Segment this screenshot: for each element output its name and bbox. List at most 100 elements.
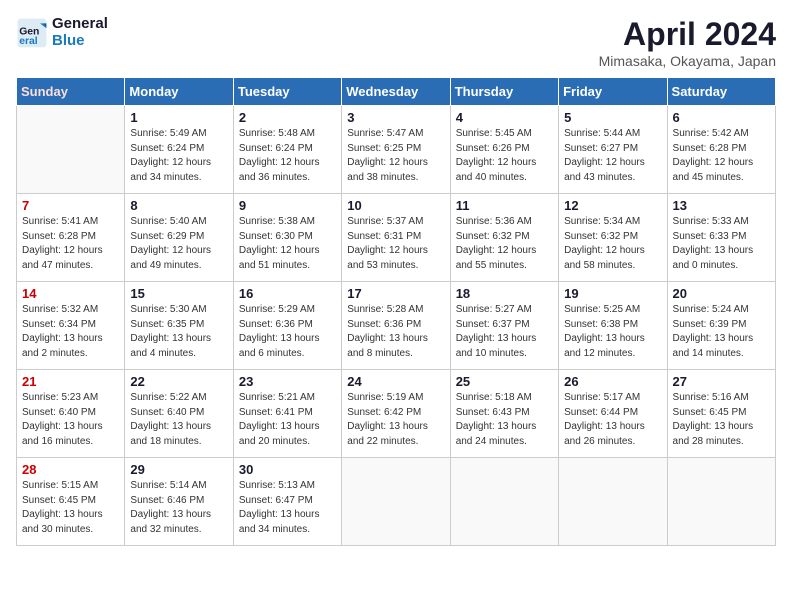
day-number: 10 <box>347 198 444 213</box>
day-info: Sunrise: 5:41 AM Sunset: 6:28 PM Dayligh… <box>22 215 119 273</box>
calendar-cell: 13 Sunrise: 5:33 AM Sunset: 6:33 PM Dayli… <box>667 194 775 282</box>
day-number: 25 <box>456 374 553 389</box>
day-number: 3 <box>347 110 444 125</box>
day-number: 18 <box>456 286 553 301</box>
calendar-cell: 18 Sunrise: 5:27 AM Sunset: 6:37 PM Dayli… <box>450 282 558 370</box>
day-info: Sunrise: 5:19 AM Sunset: 6:42 PM Dayligh… <box>347 391 444 449</box>
svg-text:eral: eral <box>19 36 38 47</box>
day-info: Sunrise: 5:48 AM Sunset: 6:24 PM Dayligh… <box>239 127 336 185</box>
calendar-cell: 15 Sunrise: 5:30 AM Sunset: 6:35 PM Dayli… <box>125 282 233 370</box>
day-number: 23 <box>239 374 336 389</box>
day-info: Sunrise: 5:29 AM Sunset: 6:36 PM Dayligh… <box>239 303 336 361</box>
title-area: April 2024 Mimasaka, Okayama, Japan <box>599 16 776 69</box>
day-number: 9 <box>239 198 336 213</box>
day-number: 5 <box>564 110 661 125</box>
day-number: 1 <box>130 110 227 125</box>
calendar-cell: 25 Sunrise: 5:18 AM Sunset: 6:43 PM Dayli… <box>450 370 558 458</box>
day-info: Sunrise: 5:45 AM Sunset: 6:26 PM Dayligh… <box>456 127 553 185</box>
day-info: Sunrise: 5:30 AM Sunset: 6:35 PM Dayligh… <box>130 303 227 361</box>
day-info: Sunrise: 5:21 AM Sunset: 6:41 PM Dayligh… <box>239 391 336 449</box>
calendar-cell: 6Sunrise: 5:42 AM Sunset: 6:28 PM Daylig… <box>667 106 775 194</box>
day-info: Sunrise: 5:33 AM Sunset: 6:33 PM Dayligh… <box>673 215 770 273</box>
calendar-cell: 27 Sunrise: 5:16 AM Sunset: 6:45 PM Dayli… <box>667 370 775 458</box>
day-number: 27 <box>673 374 770 389</box>
logo: Gen eral General Blue <box>16 16 108 49</box>
day-number: 11 <box>456 198 553 213</box>
day-number: 24 <box>347 374 444 389</box>
calendar-cell: 7 Sunrise: 5:41 AM Sunset: 6:28 PM Daylig… <box>17 194 125 282</box>
day-number: 13 <box>673 198 770 213</box>
day-info: Sunrise: 5:28 AM Sunset: 6:36 PM Dayligh… <box>347 303 444 361</box>
day-info: Sunrise: 5:17 AM Sunset: 6:44 PM Dayligh… <box>564 391 661 449</box>
calendar-cell: 19Sunrise: 5:25 AM Sunset: 6:38 PM Dayli… <box>559 282 667 370</box>
day-info: Sunrise: 5:13 AM Sunset: 6:47 PM Dayligh… <box>239 479 336 537</box>
weekday-header-thursday: Thursday <box>450 78 558 106</box>
day-number: 21 <box>22 374 119 389</box>
day-number: 2 <box>239 110 336 125</box>
calendar-week-1: 1 Sunrise: 5:49 AM Sunset: 6:24 PM Daylig… <box>17 106 776 194</box>
calendar-cell: 29Sunrise: 5:14 AM Sunset: 6:46 PM Dayli… <box>125 458 233 546</box>
day-info: Sunrise: 5:27 AM Sunset: 6:37 PM Dayligh… <box>456 303 553 361</box>
day-info: Sunrise: 5:34 AM Sunset: 6:32 PM Dayligh… <box>564 215 661 273</box>
day-number: 26 <box>564 374 661 389</box>
page-header: Gen eral General Blue April 2024 Mimasak… <box>16 16 776 69</box>
weekday-header-monday: Monday <box>125 78 233 106</box>
day-number: 7 <box>22 198 119 213</box>
day-number: 4 <box>456 110 553 125</box>
day-number: 8 <box>130 198 227 213</box>
day-number: 29 <box>130 462 227 477</box>
calendar-cell: 23 Sunrise: 5:21 AM Sunset: 6:41 PM Dayli… <box>233 370 341 458</box>
day-info: Sunrise: 5:24 AM Sunset: 6:39 PM Dayligh… <box>673 303 770 361</box>
weekday-header-sunday: Sunday <box>17 78 125 106</box>
weekday-header-tuesday: Tuesday <box>233 78 341 106</box>
calendar-cell: 12Sunrise: 5:34 AM Sunset: 6:32 PM Dayli… <box>559 194 667 282</box>
day-number: 28 <box>22 462 119 477</box>
day-info: Sunrise: 5:49 AM Sunset: 6:24 PM Dayligh… <box>130 127 227 185</box>
day-info: Sunrise: 5:38 AM Sunset: 6:30 PM Dayligh… <box>239 215 336 273</box>
logo-text: General Blue <box>52 16 108 49</box>
day-info: Sunrise: 5:16 AM Sunset: 6:45 PM Dayligh… <box>673 391 770 449</box>
calendar-cell: 26 Sunrise: 5:17 AM Sunset: 6:44 PM Dayli… <box>559 370 667 458</box>
calendar-cell <box>342 458 450 546</box>
calendar-cell <box>667 458 775 546</box>
calendar-cell: 16 Sunrise: 5:29 AM Sunset: 6:36 PM Dayli… <box>233 282 341 370</box>
calendar-cell: 1 Sunrise: 5:49 AM Sunset: 6:24 PM Daylig… <box>125 106 233 194</box>
day-info: Sunrise: 5:23 AM Sunset: 6:40 PM Dayligh… <box>22 391 119 449</box>
day-info: Sunrise: 5:36 AM Sunset: 6:32 PM Dayligh… <box>456 215 553 273</box>
day-number: 20 <box>673 286 770 301</box>
day-info: Sunrise: 5:32 AM Sunset: 6:34 PM Dayligh… <box>22 303 119 361</box>
calendar-cell <box>450 458 558 546</box>
calendar-cell: 9 Sunrise: 5:38 AM Sunset: 6:30 PM Daylig… <box>233 194 341 282</box>
day-number: 15 <box>130 286 227 301</box>
calendar-cell <box>559 458 667 546</box>
day-info: Sunrise: 5:40 AM Sunset: 6:29 PM Dayligh… <box>130 215 227 273</box>
weekday-header-saturday: Saturday <box>667 78 775 106</box>
day-number: 22 <box>130 374 227 389</box>
day-info: Sunrise: 5:18 AM Sunset: 6:43 PM Dayligh… <box>456 391 553 449</box>
calendar-week-5: 28 Sunrise: 5:15 AM Sunset: 6:45 PM Dayli… <box>17 458 776 546</box>
day-info: Sunrise: 5:25 AM Sunset: 6:38 PM Dayligh… <box>564 303 661 361</box>
calendar-cell: 30 Sunrise: 5:13 AM Sunset: 6:47 PM Dayli… <box>233 458 341 546</box>
calendar-table: SundayMondayTuesdayWednesdayThursdayFrid… <box>16 77 776 546</box>
calendar-cell: 3 Sunrise: 5:47 AM Sunset: 6:25 PM Daylig… <box>342 106 450 194</box>
calendar-cell: 21 Sunrise: 5:23 AM Sunset: 6:40 PM Dayli… <box>17 370 125 458</box>
month-title: April 2024 <box>599 16 776 53</box>
weekday-header-friday: Friday <box>559 78 667 106</box>
day-number: 30 <box>239 462 336 477</box>
calendar-week-3: 14Sunrise: 5:32 AM Sunset: 6:34 PM Dayli… <box>17 282 776 370</box>
day-info: Sunrise: 5:15 AM Sunset: 6:45 PM Dayligh… <box>22 479 119 537</box>
day-info: Sunrise: 5:42 AM Sunset: 6:28 PM Dayligh… <box>673 127 770 185</box>
calendar-week-4: 21 Sunrise: 5:23 AM Sunset: 6:40 PM Dayli… <box>17 370 776 458</box>
calendar-cell: 17 Sunrise: 5:28 AM Sunset: 6:36 PM Dayli… <box>342 282 450 370</box>
day-info: Sunrise: 5:47 AM Sunset: 6:25 PM Dayligh… <box>347 127 444 185</box>
day-number: 16 <box>239 286 336 301</box>
day-info: Sunrise: 5:37 AM Sunset: 6:31 PM Dayligh… <box>347 215 444 273</box>
day-info: Sunrise: 5:44 AM Sunset: 6:27 PM Dayligh… <box>564 127 661 185</box>
calendar-cell: 11 Sunrise: 5:36 AM Sunset: 6:32 PM Dayli… <box>450 194 558 282</box>
calendar-cell: 4 Sunrise: 5:45 AM Sunset: 6:26 PM Daylig… <box>450 106 558 194</box>
day-number: 17 <box>347 286 444 301</box>
day-info: Sunrise: 5:22 AM Sunset: 6:40 PM Dayligh… <box>130 391 227 449</box>
weekday-header-wednesday: Wednesday <box>342 78 450 106</box>
calendar-cell: 5 Sunrise: 5:44 AM Sunset: 6:27 PM Daylig… <box>559 106 667 194</box>
calendar-cell: 28 Sunrise: 5:15 AM Sunset: 6:45 PM Dayli… <box>17 458 125 546</box>
